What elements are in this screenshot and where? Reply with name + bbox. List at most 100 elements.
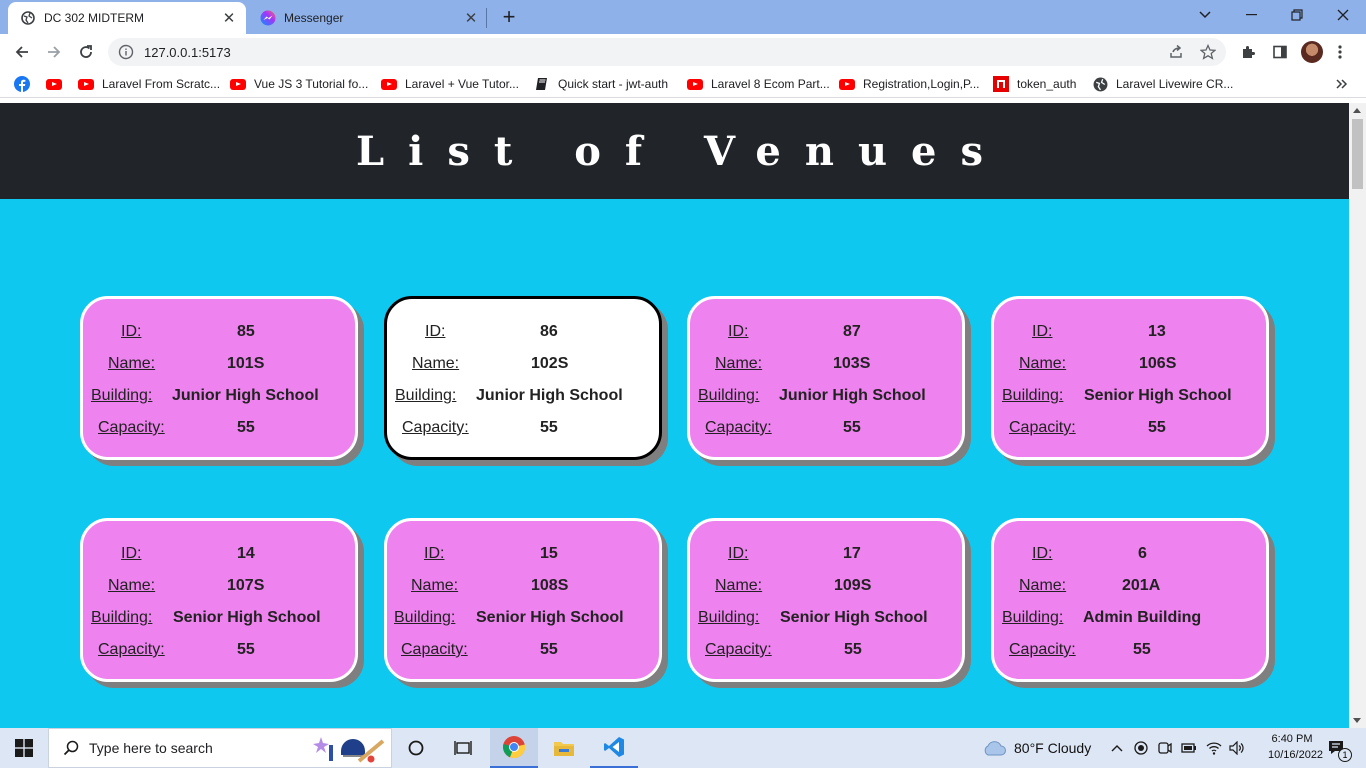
venue-card[interactable]: ID: 17 Name: 109S Building: Senior High … [687,518,965,682]
start-button[interactable] [0,728,48,768]
venue-id: 13 [1148,323,1166,340]
venue-card[interactable]: ID: 14 Name: 107S Building: Senior High … [80,518,358,682]
wifi-icon[interactable] [1204,728,1224,768]
meet-now-icon[interactable] [1155,728,1175,768]
id-label: ID: [121,323,142,340]
close-tab-icon[interactable]: ✕ [218,7,240,29]
address-bar[interactable]: 127.0.0.1:5173 [108,38,1226,66]
bookmark-label: Quick start - jwt-auth [558,77,669,91]
scroll-down-arrow-icon[interactable] [1353,718,1361,723]
back-button[interactable] [8,38,36,66]
venue-building: Junior High School [476,387,623,404]
youtube-icon [381,76,397,92]
chrome-menu-icon[interactable] [1326,38,1354,66]
name-label: Name: [715,577,763,594]
scroll-up-arrow-icon[interactable] [1353,108,1361,113]
volume-icon[interactable] [1227,728,1247,768]
venue-name: 107S [227,577,265,594]
bookmark-item[interactable]: Laravel + Vue Tutor... [381,76,519,92]
profile-avatar[interactable] [1301,41,1323,63]
venue-name: 106S [1139,355,1177,372]
cortana-icon[interactable] [400,728,432,768]
bookmark-label: Laravel + Vue Tutor... [405,77,519,91]
taskbar-search-box[interactable]: Type here to search [48,728,392,768]
chrome-taskbar-icon[interactable] [490,728,538,768]
bookmark-facebook[interactable] [14,76,38,92]
building-label: Building: [91,387,153,404]
tab-divider [486,8,487,28]
minimize-button[interactable] [1228,0,1274,30]
id-label: ID: [1032,545,1053,562]
share-icon[interactable] [1162,38,1190,66]
venue-card[interactable]: ID: 6 Name: 201A Building: Admin Buildin… [991,518,1269,682]
page-scrollbar[interactable] [1349,103,1366,728]
windows-taskbar: Type here to search 80°F Cloudy 6:40 PM … [0,728,1366,768]
bookmark-item[interactable]: Vue JS 3 Tutorial fo... [230,76,368,92]
building-label: Building: [395,387,457,404]
show-hidden-icons-chevron-icon[interactable] [1108,728,1126,768]
venue-id: 15 [540,545,558,562]
bookmark-star-icon[interactable] [1194,38,1222,66]
reload-button[interactable] [72,38,100,66]
venue-capacity: 55 [540,641,558,658]
building-label: Building: [394,609,456,626]
task-view-icon[interactable] [447,728,479,768]
tab-dc302-midterm[interactable]: DC 302 MIDTERM ✕ [8,2,246,34]
venue-building: Senior High School [1084,387,1232,404]
close-window-button[interactable] [1320,0,1366,30]
bookmark-item[interactable]: Registration,Login,P... [839,76,980,92]
page-header: List of Venues [0,103,1349,199]
venue-building-row: Building: Junior High School [387,387,659,407]
venue-id-row: ID: 86 [387,323,659,343]
id-label: ID: [424,545,445,562]
tab-search-chevron-icon[interactable] [1182,0,1228,30]
side-panel-icon[interactable] [1266,38,1294,66]
venue-id-row: ID: 87 [690,323,962,343]
record-icon[interactable] [1131,728,1151,768]
id-label: ID: [728,323,749,340]
more-bookmarks-chevron-icon[interactable] [1336,76,1348,92]
venue-name-row: Name: 108S [387,577,659,597]
capacity-label: Capacity: [402,419,469,436]
bookmark-item[interactable]: Laravel Livewire CR... [1092,76,1233,92]
venue-capacity: 55 [844,641,862,658]
venue-card[interactable]: ID: 85 Name: 101S Building: Junior High … [80,296,358,460]
bookmark-label: Registration,Login,P... [863,77,980,91]
tab-messenger[interactable]: Messenger ✕ [250,2,488,34]
venue-card[interactable]: ID: 15 Name: 108S Building: Senior High … [384,518,662,682]
venue-card[interactable]: ID: 13 Name: 106S Building: Senior High … [991,296,1269,460]
file-explorer-icon[interactable] [540,728,588,768]
youtube-icon [839,76,855,92]
venue-capacity-row: Capacity: 55 [690,641,962,661]
restore-button[interactable] [1274,0,1320,30]
system-clock[interactable]: 6:40 PM 10/16/2022 [1268,731,1323,763]
bookmark-item[interactable]: Laravel From Scratc... [78,76,220,92]
venue-building-row: Building: Senior High School [690,609,962,629]
capacity-label: Capacity: [1009,419,1076,436]
bookmark-item[interactable]: Quick start - jwt-auth [534,76,668,92]
venue-id-row: ID: 15 [387,545,659,565]
bookmarks-bar: Laravel From Scratc... Vue JS 3 Tutorial… [0,70,1366,98]
venue-name: 101S [227,355,265,372]
battery-icon[interactable] [1179,728,1199,768]
bookmark-item[interactable]: Laravel 8 Ecom Part... [687,76,830,92]
extensions-icon[interactable] [1234,38,1262,66]
new-tab-button[interactable]: + [496,5,522,29]
venue-capacity-row: Capacity: 55 [387,641,659,661]
venue-card[interactable]: ID: 87 Name: 103S Building: Junior High … [687,296,965,460]
bookmark-item[interactable]: token_auth [993,76,1076,92]
tab-strip: DC 302 MIDTERM ✕ Messenger ✕ + [0,0,1366,34]
notifications-button[interactable]: 1 [1322,728,1352,768]
venue-id-row: ID: 17 [690,545,962,565]
venue-card-hovered[interactable]: ID: 86 Name: 102S Building: Junior High … [384,296,662,460]
site-info-icon[interactable] [118,44,134,60]
venue-id-row: ID: 85 [83,323,355,343]
bookmark-youtube[interactable] [46,76,70,92]
venue-building: Admin Building [1083,609,1202,626]
close-tab-icon[interactable]: ✕ [460,7,482,29]
scrollbar-thumb[interactable] [1352,119,1363,189]
weather-widget[interactable]: 80°F Cloudy [982,728,1091,768]
forward-button[interactable] [40,38,68,66]
messenger-icon [260,10,276,26]
vscode-icon[interactable] [590,728,638,768]
